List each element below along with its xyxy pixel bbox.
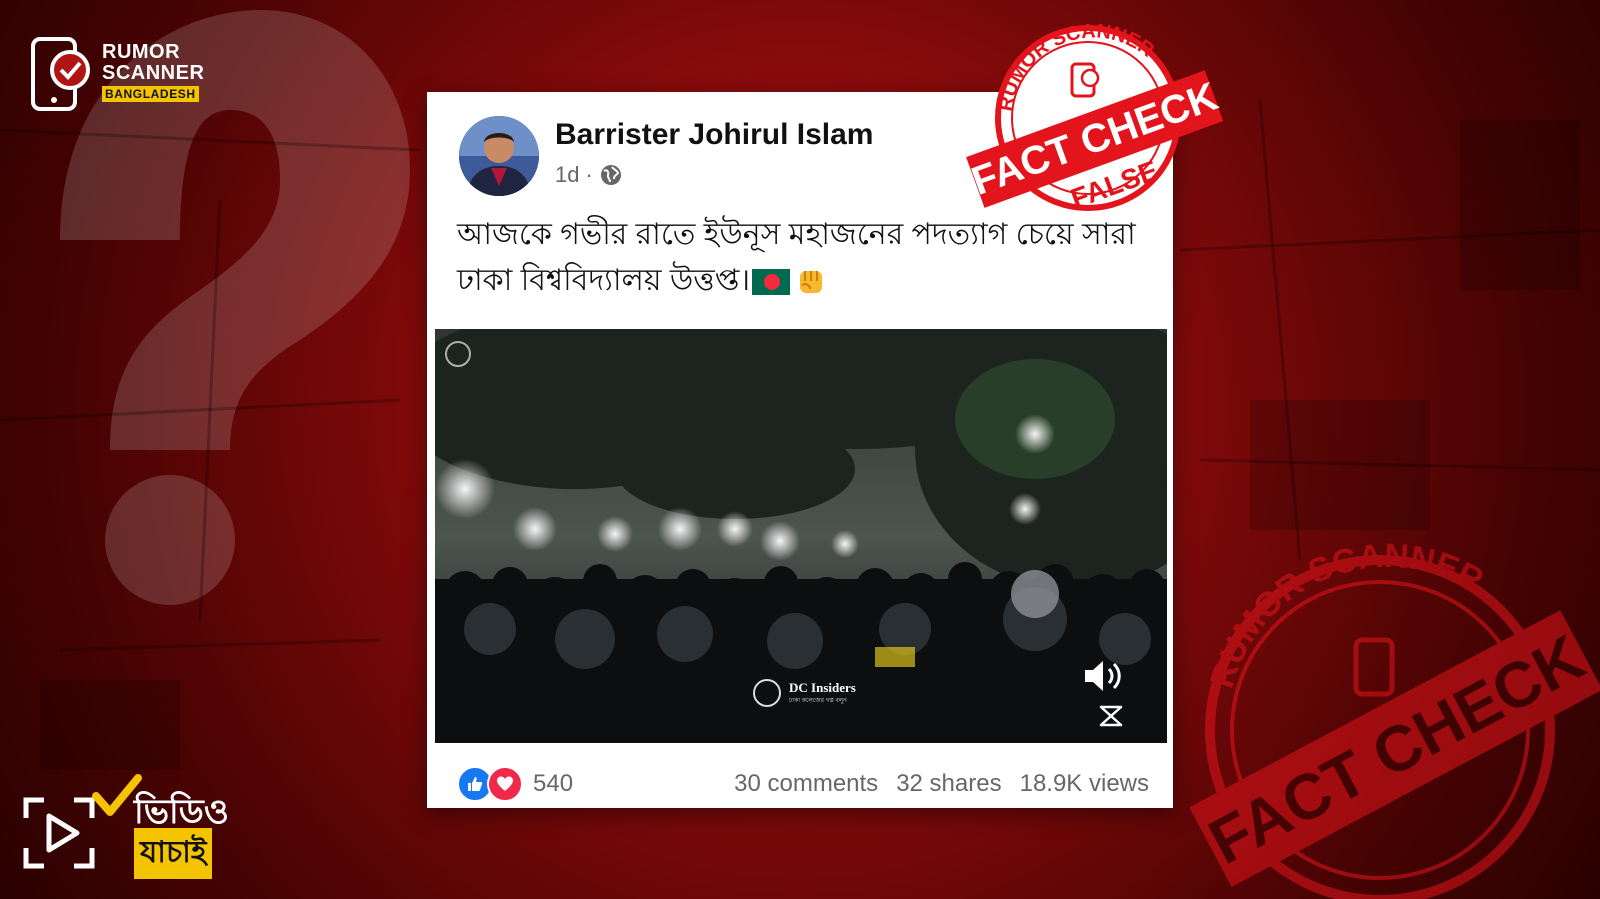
- play-icon: [23, 797, 95, 869]
- brand-line-1: RUMOR: [102, 41, 181, 63]
- reactions[interactable]: 540: [457, 766, 573, 802]
- reaction-count: 540: [533, 770, 574, 797]
- watermark-subtitle: ঢাকা কলেজের গল্প বলুন: [789, 697, 847, 704]
- rumor-scanner-logo: RUMOR SCANNER BANGLADESH: [30, 36, 220, 112]
- post-stats: 30 comments 32 shares 18.9K views: [734, 770, 1149, 798]
- video-check-badge: ভিডিও যাচাই: [22, 774, 229, 879]
- expand-icon[interactable]: [1097, 705, 1125, 727]
- raised-fist-icon: [800, 271, 823, 294]
- fact-check-stamp-background: RUMOR SCANNER FACT CHECK: [1189, 540, 1600, 899]
- stamp-bottom-phone-icon: [1353, 637, 1395, 697]
- video-badge-line-2: যাচাই: [134, 828, 213, 879]
- watermark-logo: [753, 679, 781, 707]
- post-author[interactable]: Barrister Johirul Islam: [555, 118, 873, 152]
- shares-link[interactable]: 32 shares: [896, 770, 1001, 798]
- globe-icon: [600, 165, 621, 185]
- stamp-bottom-arc-text: RUMOR SCANNER: [1203, 540, 1490, 692]
- flag-bangladesh-icon: [752, 269, 791, 296]
- post-text: আজকে গভীর রাতে ইউনূস মহাজনের পদত্যাগ চেয…: [457, 212, 1137, 304]
- phone-check-icon: [31, 37, 90, 111]
- meta-separator: ·: [585, 162, 593, 187]
- love-icon: [487, 766, 523, 802]
- comments-link[interactable]: 30 comments: [734, 770, 878, 798]
- post-footer: 540 30 comments 32 shares 18.9K views: [457, 766, 1149, 802]
- post-video[interactable]: DC Insiders ঢাকা কলেজের গল্প বলুন: [435, 329, 1167, 743]
- brand-tag: BANGLADESH: [102, 86, 199, 102]
- post-meta: 1d ·: [555, 162, 623, 188]
- camera-dot-icon: [445, 341, 471, 367]
- stamp-bottom-banner-text: FACT CHECK: [1197, 621, 1595, 878]
- watermark-title: DC Insiders: [789, 679, 856, 695]
- brand-line-2: SCANNER: [102, 62, 205, 84]
- video-watermark: DC Insiders ঢাকা কলেজের গল্প বলুন: [753, 679, 856, 707]
- post-time[interactable]: 1d: [555, 162, 579, 188]
- avatar[interactable]: [459, 116, 539, 196]
- fact-check-stamp: RUMOR SCANNER FACT CHECK FALSE: [966, 20, 1223, 214]
- volume-icon[interactable]: [1083, 657, 1125, 695]
- views-count: 18.9K views: [1019, 770, 1149, 797]
- svg-text:RUMOR SCANNER: RUMOR SCANNER: [1203, 540, 1490, 692]
